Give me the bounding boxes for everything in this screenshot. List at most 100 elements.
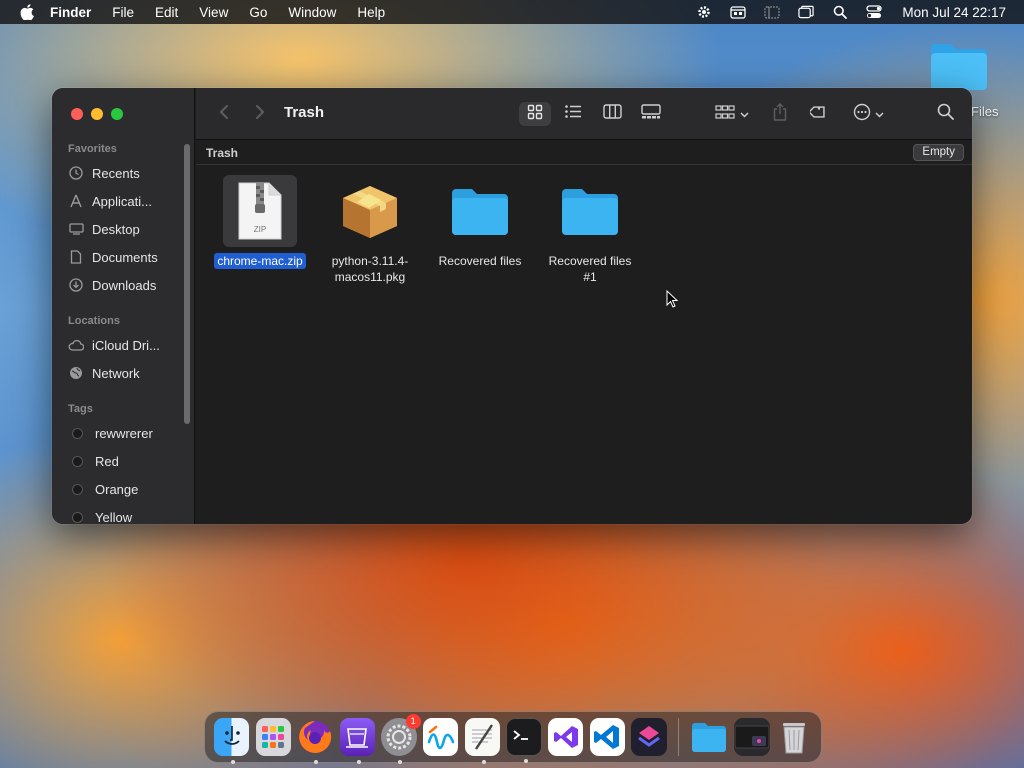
sidebar-tag-yellow[interactable]: Yellow xyxy=(68,506,184,524)
tag-dot xyxy=(72,483,83,495)
running-indicator xyxy=(231,760,236,764)
menu-clock[interactable]: Mon Jul 24 22:17 xyxy=(902,5,1006,20)
minimized-window-icon[interactable] xyxy=(734,718,771,756)
dock: 1 xyxy=(204,711,822,764)
launchpad-icon[interactable] xyxy=(255,718,292,756)
sidebar-item-downloads[interactable]: Downloads xyxy=(68,274,184,296)
downloads-folder-icon[interactable] xyxy=(690,718,728,756)
forward-button[interactable] xyxy=(250,102,270,126)
file-name: python-3.11.4- macos11.pkg xyxy=(331,254,409,284)
desktop-icon xyxy=(68,221,84,237)
sidebar-item-desktop[interactable]: Desktop xyxy=(68,218,184,240)
file-name: Recovered files #1 xyxy=(548,254,632,284)
menu-app-name[interactable]: Finder xyxy=(50,5,91,20)
tags-button[interactable] xyxy=(806,102,832,126)
group-icon xyxy=(715,104,735,124)
gear-icon[interactable] xyxy=(696,4,712,20)
file-item[interactable]: Recovered files xyxy=(430,175,530,269)
running-indicator xyxy=(398,760,403,764)
share-button[interactable] xyxy=(768,102,792,126)
trash-icon[interactable] xyxy=(777,718,812,756)
menu-help[interactable]: Help xyxy=(357,5,385,20)
path-bar: Trash Empty xyxy=(196,141,972,165)
empty-trash-button[interactable]: Empty xyxy=(913,144,964,161)
zip-file-icon: ZIP xyxy=(223,175,297,247)
dock-separator xyxy=(677,718,679,756)
desktop-folder-icon[interactable] xyxy=(928,40,990,92)
action-menu-button[interactable] xyxy=(848,102,888,126)
sidebar-item-label: Yellow xyxy=(95,509,133,525)
package-icon xyxy=(333,175,407,247)
menu-go[interactable]: Go xyxy=(249,5,267,20)
simulator-icon[interactable] xyxy=(339,718,376,764)
tag-dot xyxy=(72,455,83,467)
menu-edit[interactable]: Edit xyxy=(155,5,178,20)
gallery-view-button[interactable] xyxy=(634,102,668,126)
chevron-left-icon xyxy=(219,104,229,125)
sidebar-item-icloud[interactable]: iCloud Dri... xyxy=(68,334,184,356)
back-button[interactable] xyxy=(214,102,234,126)
visual-studio-icon[interactable] xyxy=(548,718,584,756)
sidebar-tags-header: Tags xyxy=(68,403,93,415)
desktop-folder-label[interactable]: Files xyxy=(971,104,998,119)
icon-view-button[interactable] xyxy=(519,102,551,126)
list-view-button[interactable] xyxy=(557,102,589,126)
running-indicator xyxy=(314,760,319,764)
sidebar-item-label: iCloud Dri... xyxy=(92,337,160,353)
sidebar-item-documents[interactable]: Documents xyxy=(68,246,184,268)
tag-dot xyxy=(72,511,83,523)
sidebar-icon[interactable] xyxy=(764,4,781,20)
zoom-button[interactable] xyxy=(111,108,123,120)
vscode-icon[interactable] xyxy=(589,718,625,756)
sidebar-tag-rewwrerer[interactable]: rewwrerer xyxy=(68,422,184,444)
file-item[interactable]: Recovered files #1 xyxy=(540,175,640,285)
document-icon xyxy=(68,249,84,265)
sidebar-item-network[interactable]: Network xyxy=(68,362,184,384)
grid-icon xyxy=(527,104,543,125)
sidebar-item-label: rewwrerer xyxy=(95,425,153,441)
path-label: Trash xyxy=(206,146,239,160)
sidebar-favorites-header: Favorites xyxy=(68,143,117,155)
file-item[interactable]: ZIP chrome-mac.zip xyxy=(210,175,310,269)
search-icon[interactable] xyxy=(832,4,848,20)
search-icon xyxy=(937,103,954,125)
menu-window[interactable]: Window xyxy=(288,5,336,20)
menu-file[interactable]: File xyxy=(112,5,134,20)
running-indicator xyxy=(356,760,361,764)
close-button[interactable] xyxy=(71,108,83,120)
control-center-icon[interactable] xyxy=(866,4,883,20)
zip-label: ZIP xyxy=(254,225,266,234)
terminal-icon[interactable] xyxy=(506,718,542,763)
firefox-icon[interactable] xyxy=(297,718,333,764)
file-item[interactable]: python-3.11.4- macos11.pkg xyxy=(320,175,420,285)
sidebar-item-label: Documents xyxy=(92,249,158,265)
list-icon xyxy=(564,105,582,123)
sidebar-tag-red[interactable]: Red xyxy=(68,450,184,472)
share-icon xyxy=(773,102,787,126)
globe-icon xyxy=(68,365,84,381)
columns-icon xyxy=(602,104,622,124)
folder-icon xyxy=(553,175,627,247)
apple-menu-icon[interactable] xyxy=(18,3,36,21)
sidebar-item-recents[interactable]: Recents xyxy=(68,162,184,184)
menu-view[interactable]: View xyxy=(199,5,228,20)
sidebar-locations-header: Locations xyxy=(68,315,120,327)
sidebar-tag-orange[interactable]: Orange xyxy=(68,478,184,500)
clock-icon xyxy=(68,165,84,181)
calendar-icon[interactable] xyxy=(730,4,747,20)
sidebar-item-label: Recents xyxy=(92,165,140,181)
sidebar-item-label: Desktop xyxy=(92,221,140,237)
minimize-button[interactable] xyxy=(91,108,103,120)
textedit-icon[interactable] xyxy=(464,718,500,764)
sidebar-item-label: Applicati... xyxy=(92,193,152,209)
group-by-button[interactable] xyxy=(710,102,754,126)
system-settings-icon[interactable]: 1 xyxy=(381,714,421,764)
column-view-button[interactable] xyxy=(596,102,628,126)
search-button[interactable] xyxy=(932,102,958,126)
sidebar-item-applications[interactable]: Applicati... xyxy=(68,190,184,212)
shortcuts-icon[interactable] xyxy=(631,718,667,756)
freeform-icon[interactable] xyxy=(423,718,459,756)
window-icon[interactable] xyxy=(798,4,815,20)
sidebar-scrollbar[interactable] xyxy=(184,144,190,424)
finder-icon[interactable] xyxy=(214,718,250,764)
